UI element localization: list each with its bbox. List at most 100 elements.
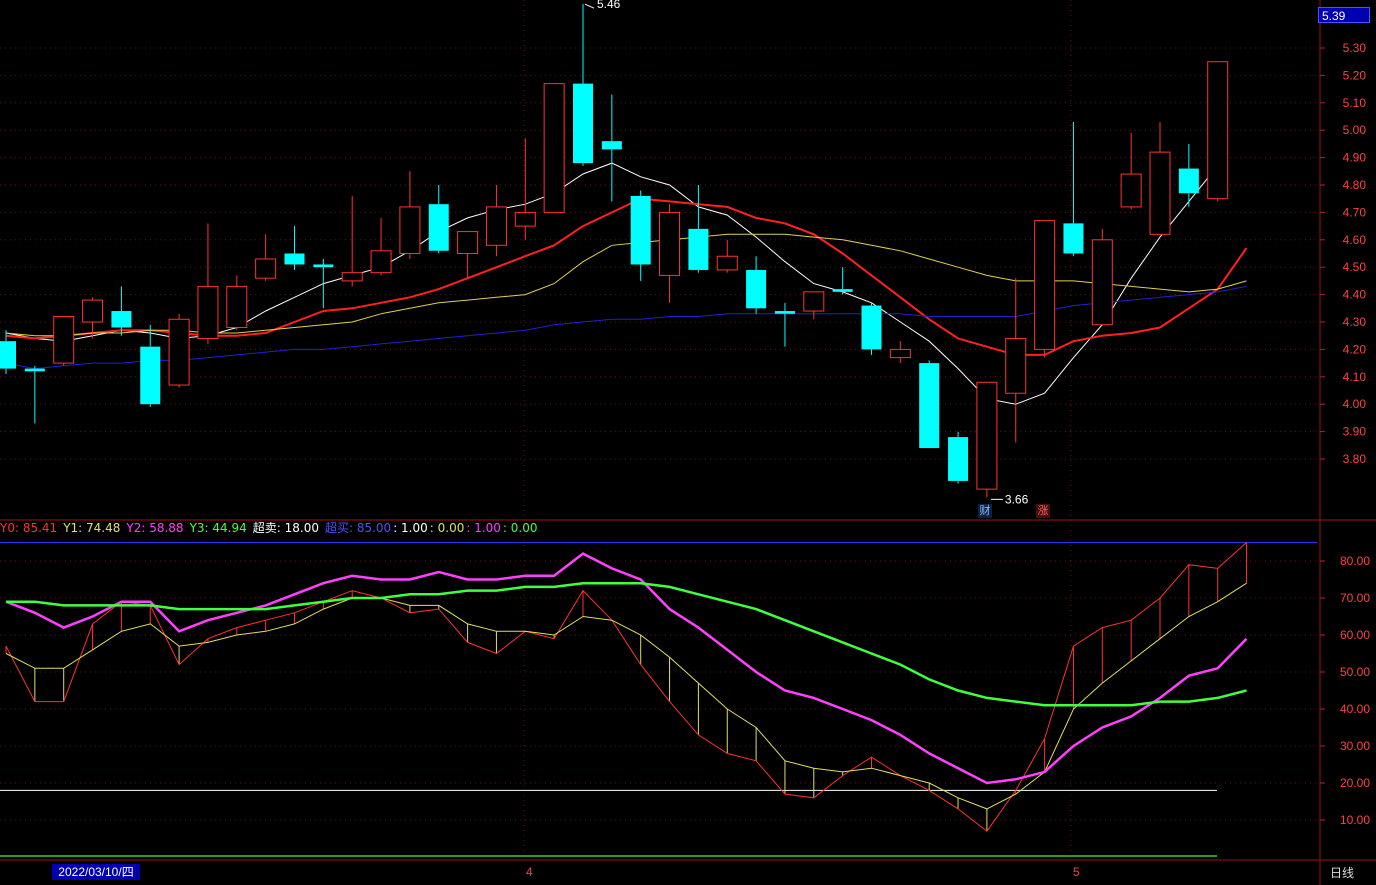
price-tick-label: 4.00: [1343, 397, 1367, 411]
candle-body-down: [24, 368, 45, 372]
candle-body-up: [803, 291, 825, 312]
moving-average-lines: [5, 162, 1248, 405]
candle-body-down: [948, 437, 969, 481]
osc-line: [5, 542, 1247, 832]
candle-body-down: [746, 269, 767, 309]
osc-tick-label: 70.00: [1340, 591, 1370, 605]
high-price-arrow: [584, 3, 595, 9]
osc-line: [5, 552, 1248, 785]
candle-body-up: [53, 316, 75, 364]
price-tick-label: 4.60: [1343, 233, 1367, 247]
candle-body-up: [197, 285, 219, 339]
stock-chart[interactable]: 5.30 5.20 5.10 5.00 4.90 4.80 4.70 4.60 4.50 4.40…: [0, 0, 1376, 885]
finance-badge[interactable]: 财: [978, 504, 992, 518]
grid-lines: [0, 0, 1376, 885]
candle-body-up: [485, 206, 507, 246]
candle-body-down: [774, 311, 795, 314]
oscillator-axis: 80.00 70.00 60.00 50.00 40.00 30.00 20.00 10.00: [1320, 554, 1370, 827]
candle-body-up: [1207, 61, 1229, 200]
osc-tick-label: 80.00: [1340, 554, 1370, 568]
legend-item: : 0.00: [429, 521, 465, 535]
osc-tick-label: 60.00: [1340, 628, 1370, 642]
candle-body-up: [168, 318, 190, 386]
candle-body-down: [1178, 168, 1199, 194]
price-annotations: 5.46 3.66: [584, 0, 1029, 506]
candle-body-down: [0, 341, 16, 369]
candle-body-up: [543, 83, 565, 213]
candle-body-up: [514, 211, 536, 227]
osc-tick-label: 30.00: [1340, 739, 1370, 753]
month-label: 4: [526, 865, 533, 879]
candle-body-down: [428, 204, 449, 251]
candle-body-down: [140, 346, 161, 405]
candle-body-down: [601, 141, 622, 150]
candle-body-down: [313, 264, 334, 268]
candle-body-down: [1063, 223, 1084, 254]
osc-tick-label: 40.00: [1340, 702, 1370, 716]
candle-body-up: [889, 348, 911, 359]
candle-body-up: [1120, 173, 1142, 208]
candle-body-up: [976, 381, 998, 490]
legend-item: : 1.00: [466, 521, 501, 535]
candle-body-down: [688, 228, 709, 270]
osc-tick-label: 50.00: [1340, 665, 1370, 679]
cursor-date-label: 2022/03/10/四: [52, 864, 140, 880]
candle-body-up: [370, 250, 392, 274]
oscillator-series: [0, 542, 1317, 857]
price-tick-label: 4.80: [1343, 178, 1367, 192]
candle-body-down: [861, 305, 882, 350]
price-tick-label: 5.20: [1343, 68, 1367, 82]
legend-item: 超买: 85.00: [324, 521, 392, 535]
oscillator-legend: Y0: 85.41 Y1: 74.48 Y2: 58.88 Y3: 44.94 超卖: …: [0, 519, 540, 537]
high-price-label: 5.46: [597, 0, 621, 11]
ma-line: [5, 233, 1247, 337]
price-tick-label: 4.90: [1343, 151, 1367, 165]
limit-up-badge[interactable]: 涨: [1036, 504, 1050, 518]
price-tick-label: 4.30: [1343, 315, 1367, 329]
legend-item: : 1.00: [393, 521, 428, 535]
price-tick-label: 5.10: [1343, 96, 1367, 110]
candle-body-up: [659, 211, 681, 276]
candle-body-up: [1091, 239, 1113, 326]
price-tick-label: 5.00: [1343, 123, 1367, 137]
price-tick-label: 4.20: [1343, 342, 1367, 356]
legend-item: Y0: 85.41: [0, 521, 58, 535]
candle-body-down: [111, 311, 132, 328]
legend-item: Y1: 74.48: [63, 521, 121, 535]
candle-body-down: [284, 253, 305, 265]
candle-body-up: [1149, 151, 1171, 235]
legend-item: : 0.00: [502, 521, 538, 535]
candle-body-down: [573, 83, 593, 164]
low-price-label: 3.66: [1005, 492, 1029, 506]
price-tick-label: 4.10: [1343, 370, 1367, 384]
candle-body-up: [341, 272, 363, 282]
candle-body-down: [832, 289, 853, 292]
candlestick-series: [0, 4, 1229, 498]
osc-tick-label: 20.00: [1340, 776, 1370, 790]
candle-body-up: [399, 206, 421, 254]
legend-item: 超卖: 18.00: [252, 521, 319, 535]
candle-body-up: [1005, 337, 1027, 394]
candle-body-down: [919, 363, 940, 449]
osc-line: [5, 582, 1247, 810]
candle-body-up: [457, 231, 479, 255]
candle-body-up: [255, 258, 277, 279]
price-axis: 5.30 5.20 5.10 5.00 4.90 4.80 4.70 4.60 4.50 4.40…: [526, 41, 1366, 879]
price-tick-label: 5.30: [1343, 41, 1367, 55]
legend-item: Y2: 58.88: [126, 521, 184, 535]
osc-tick-label: 10.00: [1340, 813, 1370, 827]
price-tick-label: 4.70: [1343, 205, 1367, 219]
month-label: 5: [1073, 865, 1080, 879]
candle-body-down: [630, 195, 651, 265]
price-tick-label: 3.90: [1343, 425, 1367, 439]
period-selector[interactable]: 日线: [1330, 864, 1354, 881]
price-tick-label: 4.50: [1343, 260, 1367, 274]
ma-line: [5, 285, 1247, 370]
candle-body-up: [82, 299, 104, 323]
last-price-marker: 5.39: [1318, 7, 1370, 23]
candle-body-up: [226, 285, 248, 328]
price-tick-label: 3.80: [1343, 452, 1367, 466]
legend-item: Y3: 44.94: [189, 521, 247, 535]
price-tick-label: 4.40: [1343, 288, 1367, 302]
candle-body-up: [1034, 220, 1056, 350]
